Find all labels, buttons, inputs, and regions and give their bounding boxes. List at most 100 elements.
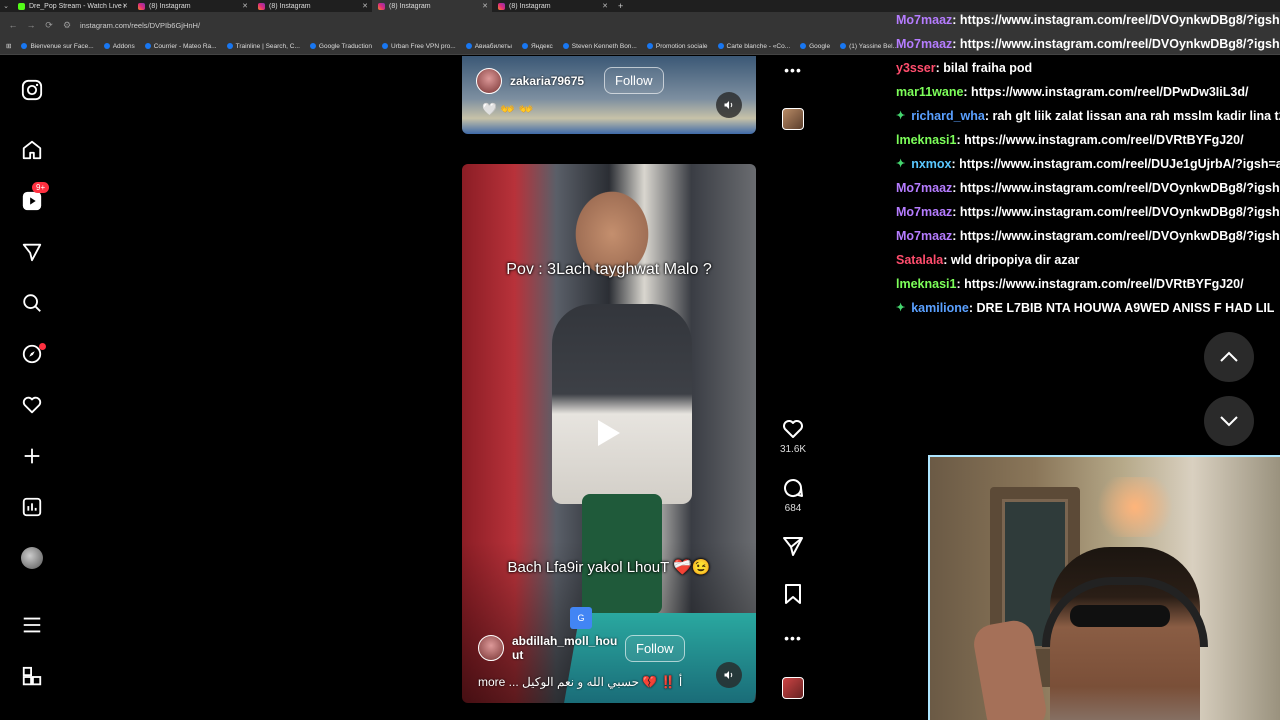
comment-icon[interactable]	[781, 476, 805, 500]
current-reel-video[interactable]: Pov : 3Lach tayghwat Malo ? Bach Lfa9ir …	[462, 164, 756, 703]
bookmark-favicon-icon	[646, 43, 653, 49]
browser-tab[interactable]: (8) Instagram ✕	[372, 0, 492, 12]
previous-reel[interactable]: zakaria79675 Follow 🤍 👐 👐	[462, 56, 756, 134]
bookmark-favicon-icon	[562, 43, 569, 49]
bookmark-item[interactable]: Bienvenue sur Face...	[21, 43, 94, 50]
follow-button[interactable]: Follow	[625, 634, 685, 662]
bookmark-icon[interactable]	[782, 582, 804, 606]
avatar[interactable]	[478, 635, 504, 661]
bookmark-item[interactable]: Addons	[103, 43, 135, 50]
avatar[interactable]	[476, 67, 502, 94]
video-subject	[552, 304, 692, 504]
browser-tab[interactable]: Dre_Pop Stream - Watch Live o ✕	[12, 0, 132, 12]
tab-title: (8) Instagram	[389, 2, 431, 10]
bookmark-item[interactable]: Steven Kenneth Bon...	[562, 42, 637, 50]
share-action	[780, 534, 806, 558]
profile-avatar[interactable]	[20, 546, 44, 570]
volume-icon[interactable]	[716, 92, 742, 118]
bookmark-favicon-icon	[465, 43, 472, 49]
bookmark-label: Google	[809, 42, 831, 50]
bookmark-label: Авиабилеты	[474, 42, 512, 50]
back-icon[interactable]: ←	[8, 20, 18, 30]
close-tab-icon[interactable]: ✕	[362, 2, 368, 10]
bookmark-item[interactable]: Авиабилеты	[465, 42, 512, 50]
audio-thumbnail[interactable]	[782, 677, 804, 699]
reel-description[interactable]: more ... أ ‼️ 💔 حسبي الله و نعم الوكيل	[478, 675, 682, 689]
tab-title: (8) Instagram	[149, 2, 191, 10]
chat-username[interactable]: richard_wha	[911, 104, 985, 128]
browser-tab[interactable]: (8) Instagram ✕	[492, 0, 612, 12]
bookmark-item[interactable]: Trainline | Search, C...	[226, 43, 300, 50]
comment-count: 684	[784, 503, 802, 514]
translate-icon[interactable]: G	[570, 607, 592, 629]
instagram-logo-icon[interactable]	[20, 78, 44, 102]
chat-username[interactable]: Mo7maaz	[896, 224, 952, 248]
close-tab-icon[interactable]: ✕	[242, 2, 248, 10]
bookmark-item[interactable]: Яндекс	[521, 43, 553, 50]
chat-username[interactable]: mar11wane	[896, 80, 963, 104]
like-heart-icon[interactable]	[781, 417, 805, 441]
volume-icon[interactable]	[716, 662, 742, 688]
forward-icon[interactable]: →	[26, 20, 36, 30]
share-icon[interactable]	[781, 534, 805, 558]
previous-audio-thumbnail[interactable]	[782, 108, 804, 130]
next-reel-button[interactable]	[1204, 396, 1254, 446]
follow-button[interactable]: Follow	[604, 67, 664, 94]
chevron-down-icon	[1220, 416, 1238, 427]
chat-username[interactable]: lmeknasi1	[896, 272, 956, 296]
chat-username[interactable]: Mo7maaz	[896, 32, 952, 56]
chat-username[interactable]: lmeknasi1	[896, 128, 956, 152]
chevron-up-icon	[1220, 351, 1238, 362]
new-tab-button[interactable]: +	[612, 1, 629, 11]
bookmark-label: Steven Kenneth Bon...	[571, 42, 637, 50]
bookmark-label: Courrier - Mateo Ra...	[153, 42, 217, 50]
tab-title: (8) Instagram	[509, 2, 551, 10]
search-icon[interactable]	[20, 291, 44, 315]
bookmark-item[interactable]: Urban Free VPN pro...	[382, 43, 456, 50]
close-tab-icon[interactable]: ✕	[602, 2, 608, 10]
more-options-button[interactable]: •••	[780, 630, 806, 646]
dashboard-icon[interactable]	[20, 495, 44, 519]
tab-search-icon[interactable]: ⌄	[0, 2, 12, 10]
reel-username[interactable]: zakaria79675	[510, 74, 596, 88]
reload-icon[interactable]: ⟳	[44, 20, 54, 31]
previous-reel-button[interactable]	[1204, 332, 1254, 382]
notifications-heart-icon[interactable]	[20, 393, 44, 417]
close-tab-icon[interactable]: ✕	[122, 2, 128, 10]
also-from-meta-icon[interactable]	[20, 665, 44, 689]
create-plus-icon[interactable]	[20, 444, 44, 468]
save-action	[780, 582, 806, 606]
previous-reel-more-button[interactable]: •••	[780, 62, 806, 78]
url-field[interactable]: instagram.com/reels/DVPIb6GjHnH/	[80, 21, 200, 30]
close-tab-icon[interactable]: ✕	[482, 2, 488, 10]
chat-username[interactable]: y3sser	[896, 56, 936, 80]
chat-username[interactable]: nxmox	[911, 152, 951, 176]
bookmark-item[interactable]: Courrier - Mateo Ra...	[144, 42, 217, 50]
bookmark-label: Promotion sociale	[655, 42, 708, 50]
kick-favicon-icon	[18, 2, 25, 10]
instagram-favicon-icon	[378, 2, 385, 10]
bookmark-item[interactable]: Google	[800, 43, 830, 50]
apps-grid-icon[interactable]: ⊞	[6, 42, 11, 50]
play-icon[interactable]	[589, 413, 629, 453]
reel-username[interactable]: abdillah_moll_hou ut	[512, 634, 617, 662]
webcam-fairy-lights	[1090, 477, 1180, 537]
bookmark-item[interactable]: Promotion sociale	[646, 42, 708, 50]
bookmark-favicon-icon	[103, 43, 110, 49]
chat-username[interactable]: Mo7maaz	[896, 8, 952, 32]
chat-username[interactable]: Mo7maaz	[896, 176, 952, 200]
home-icon[interactable]	[20, 138, 44, 162]
browser-tab[interactable]: (8) Instagram ✕	[252, 0, 372, 12]
bookmark-item[interactable]: Google Traduction	[309, 43, 372, 50]
bookmark-item[interactable]: Carte blanche - «Co...	[717, 43, 790, 50]
bookmark-favicon-icon	[382, 43, 389, 49]
site-info-icon[interactable]: ⚙	[62, 20, 72, 31]
chat-message: Mo7maaz: https://www.instagram.com/reel/…	[896, 224, 1280, 248]
chat-username[interactable]: kamilione	[911, 296, 969, 318]
menu-icon[interactable]	[20, 613, 44, 637]
bookmark-item[interactable]: (1) Yassine Bel...	[840, 43, 898, 50]
browser-tab[interactable]: (8) Instagram ✕	[132, 0, 252, 12]
chat-username[interactable]: Mo7maaz	[896, 200, 952, 224]
messages-icon[interactable]	[20, 240, 44, 264]
chat-username[interactable]: Satalala	[896, 248, 943, 272]
